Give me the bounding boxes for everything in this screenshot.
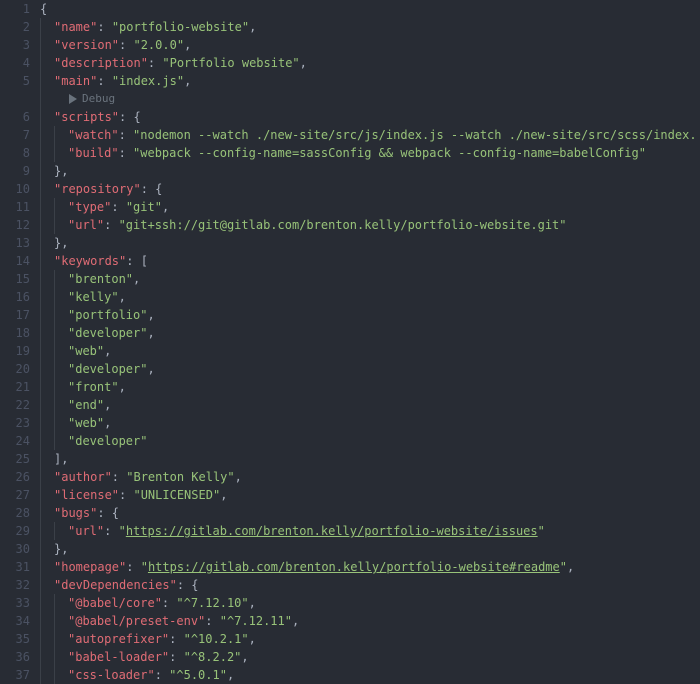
code-area[interactable]: {"name": "portfolio-website","version": … [40, 0, 700, 684]
code-line[interactable]: "web", [40, 414, 700, 432]
debug-label: Debug [82, 90, 115, 108]
play-icon [68, 94, 78, 104]
code-line[interactable]: "kelly", [40, 288, 700, 306]
line-number: 23 [0, 414, 30, 432]
line-number: 9 [0, 162, 30, 180]
code-editor[interactable]: 1234567891011121314151617181920212223242… [0, 0, 700, 684]
codelens-row: Debug [40, 90, 700, 108]
line-number: 29 [0, 522, 30, 540]
line-number: 36 [0, 648, 30, 666]
line-number: 13 [0, 234, 30, 252]
line-number-gutter: 1234567891011121314151617181920212223242… [0, 0, 40, 684]
line-number: 12 [0, 216, 30, 234]
line-number: 34 [0, 612, 30, 630]
line-number: 28 [0, 504, 30, 522]
line-number: 33 [0, 594, 30, 612]
line-number: 10 [0, 180, 30, 198]
code-line[interactable]: "css-loader": "^5.0.1", [40, 666, 700, 684]
code-line[interactable]: "repository": { [40, 180, 700, 198]
line-number: 22 [0, 396, 30, 414]
code-line[interactable]: "autoprefixer": "^10.2.1", [40, 630, 700, 648]
code-line[interactable]: "babel-loader": "^8.2.2", [40, 648, 700, 666]
code-line[interactable]: "devDependencies": { [40, 576, 700, 594]
code-line[interactable]: }, [40, 162, 700, 180]
line-number: 11 [0, 198, 30, 216]
code-line[interactable]: "scripts": { [40, 108, 700, 126]
line-number: 1 [0, 0, 30, 18]
line-number: 17 [0, 306, 30, 324]
line-number: 37 [0, 666, 30, 684]
code-line[interactable]: "keywords": [ [40, 252, 700, 270]
code-line[interactable]: "developer" [40, 432, 700, 450]
line-number: 15 [0, 270, 30, 288]
code-line[interactable]: }, [40, 540, 700, 558]
code-line[interactable]: "brenton", [40, 270, 700, 288]
code-line[interactable]: "@babel/core": "^7.12.10", [40, 594, 700, 612]
code-line[interactable]: "@babel/preset-env": "^7.12.11", [40, 612, 700, 630]
line-number: 6 [0, 108, 30, 126]
code-line[interactable]: "watch": "nodemon --watch ./new-site/src… [40, 126, 700, 144]
line-number: 25 [0, 450, 30, 468]
line-number: 31 [0, 558, 30, 576]
code-line[interactable]: "main": "index.js", [40, 72, 700, 90]
code-line[interactable]: ], [40, 450, 700, 468]
line-number: 26 [0, 468, 30, 486]
code-line[interactable]: "web", [40, 342, 700, 360]
line-number: 19 [0, 342, 30, 360]
line-number: 2 [0, 18, 30, 36]
code-line[interactable]: "homepage": "https://gitlab.com/brenton.… [40, 558, 700, 576]
line-number: 32 [0, 576, 30, 594]
code-line[interactable]: "bugs": { [40, 504, 700, 522]
code-line[interactable]: "front", [40, 378, 700, 396]
line-number: 16 [0, 288, 30, 306]
code-line[interactable]: "version": "2.0.0", [40, 36, 700, 54]
code-line[interactable]: "url": "https://gitlab.com/brenton.kelly… [40, 522, 700, 540]
debug-codelens[interactable]: Debug [54, 90, 115, 108]
code-line[interactable]: "name": "portfolio-website", [40, 18, 700, 36]
code-line[interactable]: }, [40, 234, 700, 252]
code-line[interactable]: "author": "Brenton Kelly", [40, 468, 700, 486]
code-line[interactable]: "type": "git", [40, 198, 700, 216]
line-number: 3 [0, 36, 30, 54]
line-number: 20 [0, 360, 30, 378]
code-line[interactable]: "end", [40, 396, 700, 414]
code-line[interactable]: "url": "git+ssh://git@gitlab.com/brenton… [40, 216, 700, 234]
code-line[interactable]: "build": "webpack --config-name=sassConf… [40, 144, 700, 162]
line-number: 8 [0, 144, 30, 162]
link-text[interactable]: https://gitlab.com/brenton.kelly/portfol… [148, 560, 560, 574]
code-line[interactable]: "portfolio", [40, 306, 700, 324]
line-number: 21 [0, 378, 30, 396]
line-number: 27 [0, 486, 30, 504]
line-number: 5 [0, 72, 30, 90]
code-line[interactable]: "developer", [40, 324, 700, 342]
line-number: 4 [0, 54, 30, 72]
line-number: 24 [0, 432, 30, 450]
line-number: 14 [0, 252, 30, 270]
line-number: 7 [0, 126, 30, 144]
line-number: 30 [0, 540, 30, 558]
link-text[interactable]: https://gitlab.com/brenton.kelly/portfol… [126, 524, 538, 538]
code-line[interactable]: "description": "Portfolio website", [40, 54, 700, 72]
code-line[interactable]: "license": "UNLICENSED", [40, 486, 700, 504]
code-line[interactable]: "developer", [40, 360, 700, 378]
code-line[interactable]: { [40, 0, 700, 18]
line-number: 35 [0, 630, 30, 648]
line-number: 18 [0, 324, 30, 342]
